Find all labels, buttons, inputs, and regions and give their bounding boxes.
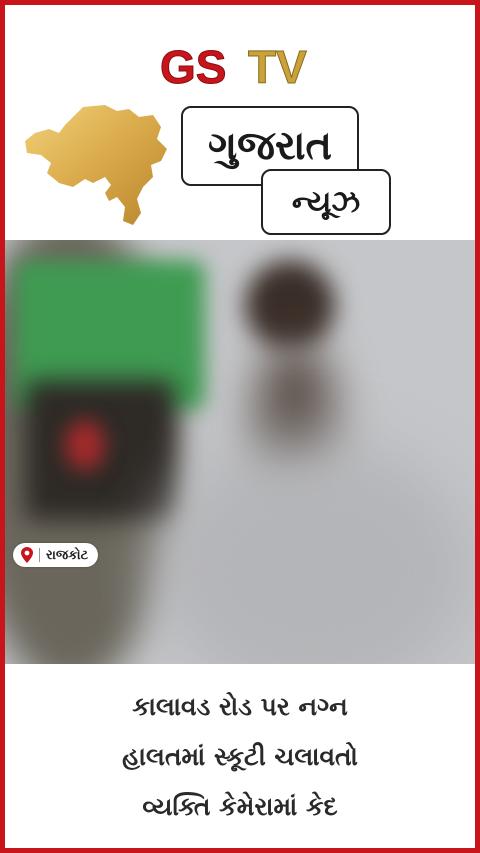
gstv-logo: GS TV [160, 45, 308, 89]
photo-red-light [65, 420, 105, 470]
header-subtitle-text: ન્યૂઝ [291, 184, 361, 220]
news-photo [5, 240, 475, 664]
gujarat-map-icon [25, 105, 167, 225]
map-pin-icon [21, 547, 33, 563]
location-badge: રાજકોટ [13, 543, 99, 567]
headline-line-1: કાલાવડ રોડ પર નગ્ન [132, 691, 348, 721]
logo-gs: GS [160, 45, 226, 89]
photo-rider [245, 260, 335, 350]
headline-line-2: હાલતમાં સ્કૂટી ચલાવતો [122, 741, 358, 771]
news-card: GS TV ગુજરાત ન્યૂઝ રાજકોટ કાલાવડ રોડ પર … [5, 5, 475, 848]
headline: કાલાવડ રોડ પર નગ્ન હાલતમાં સ્કૂટી ચલાવતો… [5, 665, 475, 848]
location-label: રાજકોટ [46, 547, 89, 563]
photo-road [155, 440, 475, 664]
headline-line-3: વ્યક્તિ કેમેરામાં કેદ [142, 791, 338, 821]
logo-tv: TV [248, 45, 307, 89]
location-divider [39, 548, 40, 562]
header-title-text: ગુજરાત [207, 123, 333, 169]
header-subtitle: ન્યૂઝ [261, 169, 391, 235]
